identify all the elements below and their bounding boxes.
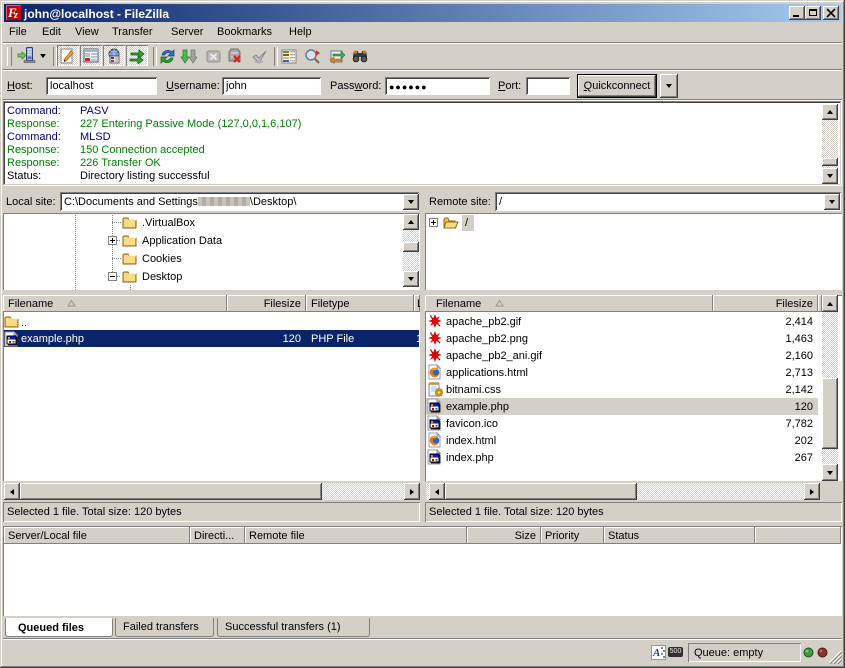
svg-text:A: A bbox=[652, 647, 660, 659]
svg-text:z: z bbox=[13, 10, 18, 20]
